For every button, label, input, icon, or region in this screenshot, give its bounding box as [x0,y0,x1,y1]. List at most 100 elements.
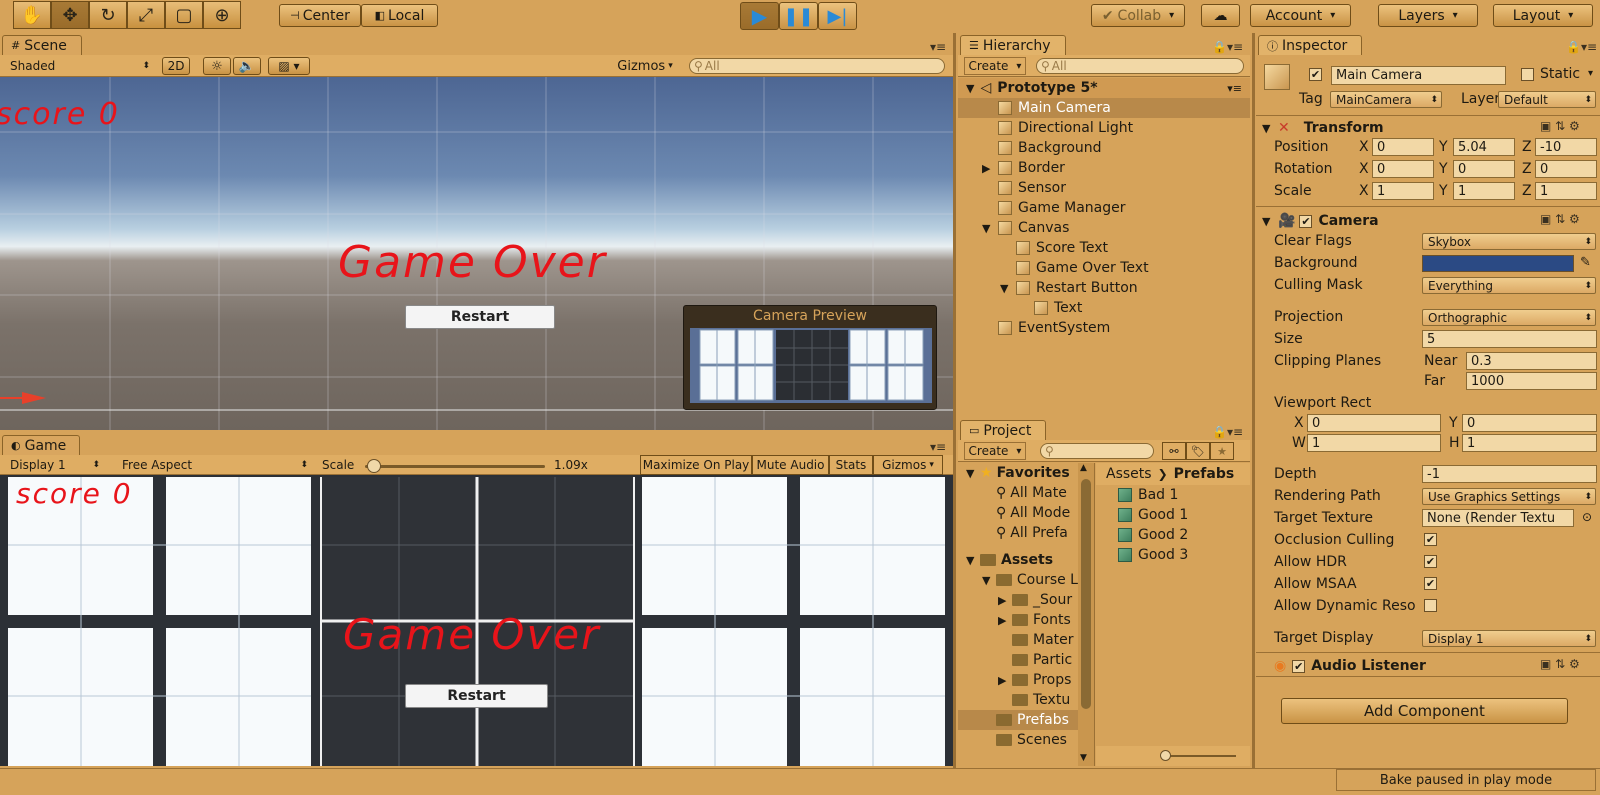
tab-inspector[interactable]: ⓘ Inspector [1258,35,1362,55]
pivot-center-button[interactable]: ⊣ Center [279,4,361,27]
hierarchy-item-border[interactable]: ▶ Border [958,158,1250,178]
icon-size-slider-thumb[interactable] [1160,750,1171,761]
folder-materials[interactable]: Mater [958,630,1078,650]
folder-source[interactable]: ▶ _Sour [958,590,1078,610]
prefab-item-bad-1[interactable]: Bad 1 [1096,485,1250,505]
breadcrumb-root[interactable]: Assets [1106,466,1152,482]
object-picker-icon[interactable]: ⊙ [1582,510,1592,524]
add-component-button[interactable]: Add Component [1281,698,1568,724]
expanded-arrow-icon[interactable]: ▼ [1000,282,1016,295]
favorite-button[interactable]: ★ [1210,442,1234,460]
prefab-item-good-1[interactable]: Good 1 [1096,505,1250,525]
tab-scene[interactable]: # Scene [2,35,82,55]
hierarchy-item-directional-light[interactable]: Directional Light [958,118,1250,138]
target-texture-field[interactable]: None (Render Textu [1422,509,1574,527]
project-search-input[interactable]: ⚲ [1040,443,1154,459]
position-y-field[interactable]: 5.04 [1453,138,1515,156]
folder-particles[interactable]: Partic [958,650,1078,670]
folder-prefabs[interactable]: Prefabs [958,710,1078,730]
folder-scenes[interactable]: Scenes [958,730,1078,750]
scene-panel-menu-icon[interactable]: ▾≡ [930,40,946,54]
hierarchy-lock-icon[interactable]: 🔒▾≡ [1212,40,1243,54]
gameobject-active-checkbox[interactable]: ✔ [1309,68,1322,81]
hand-tool-button[interactable]: ✋ [13,1,51,29]
aspect-dropdown[interactable]: Free Aspect [116,456,312,474]
effects-dropdown[interactable]: ▨ ▾ [268,57,310,75]
rotation-z-field[interactable]: 0 [1535,160,1597,178]
target-display-dropdown[interactable]: Display 1 [1422,630,1596,647]
inspector-lock-icon[interactable]: 🔒▾≡ [1566,40,1597,54]
favorite-item-materials[interactable]: ⚲ All Mate [958,483,1078,503]
component-settings-icon[interactable]: ▣ ⇅ ⚙ [1540,657,1580,671]
camera-enabled-checkbox[interactable]: ✔ [1299,214,1313,228]
play-button[interactable]: ▶ [740,2,779,30]
allow-msaa-checkbox[interactable]: ✔ [1424,577,1437,590]
rotation-y-field[interactable]: 0 [1453,160,1515,178]
scale-y-field[interactable]: 1 [1453,182,1515,200]
hierarchy-item-text[interactable]: Text [958,298,1250,318]
folder-fonts[interactable]: ▶ Fonts [958,610,1078,630]
folder-props[interactable]: ▶ Props [958,670,1078,690]
project-tree-scrollbar[interactable]: ▲ ▼ [1078,463,1094,766]
hierarchy-create-button[interactable]: Create [964,57,1026,75]
projection-dropdown[interactable]: Orthographic [1422,309,1596,326]
game-restart-button[interactable]: Restart [405,684,548,708]
collab-button[interactable]: ✔ Collab [1091,4,1185,27]
move-tool-button[interactable]: ✥ [51,1,89,29]
prefab-item-good-2[interactable]: Good 2 [1096,525,1250,545]
hierarchy-item-main-camera[interactable]: Main Camera [958,98,1250,118]
static-checkbox[interactable] [1521,68,1534,81]
tag-dropdown[interactable]: MainCamera [1330,91,1442,108]
component-settings-icon[interactable]: ▣ ⇅ ⚙ [1540,212,1580,226]
scene-menu-icon[interactable]: ▾≡ [1227,82,1242,95]
background-color-swatch[interactable] [1422,255,1574,272]
viewport-y-field[interactable]: 0 [1462,414,1597,432]
eyedropper-icon[interactable]: ✎ [1580,255,1591,270]
scale-slider-thumb[interactable] [366,459,381,473]
tab-project[interactable]: ▭ Project [960,420,1046,440]
mute-audio-toggle[interactable]: Mute Audio [752,455,829,475]
scale-z-field[interactable]: 1 [1535,182,1597,200]
prefab-item-good-3[interactable]: Good 3 [1096,545,1250,565]
transform-tool-button[interactable]: ⊕ [203,1,241,29]
stats-toggle[interactable]: Stats [829,455,873,475]
scrollbar-thumb[interactable] [1081,479,1091,709]
depth-field[interactable]: -1 [1422,465,1597,483]
filter-by-type-button[interactable]: ⚯ [1162,442,1186,460]
scene-viewport[interactable]: score 0 Game Over Restart Camera Preview [0,77,953,430]
clear-flags-dropdown[interactable]: Skybox [1422,233,1596,250]
audio-listener-enabled-checkbox[interactable]: ✔ [1292,659,1306,673]
layers-dropdown[interactable]: Layers [1378,4,1478,27]
rotation-x-field[interactable]: 0 [1372,160,1434,178]
2d-toggle-button[interactable]: 2D [162,57,190,75]
near-field[interactable]: 0.3 [1466,352,1597,370]
gameobject-name-field[interactable]: Main Camera [1331,66,1506,85]
tab-hierarchy[interactable]: ☰ Hierarchy [960,35,1066,55]
size-field[interactable]: 5 [1422,330,1597,348]
position-z-field[interactable]: -10 [1535,138,1597,156]
project-lock-icon[interactable]: 🔒▾≡ [1212,425,1243,439]
assets-section[interactable]: ▼ Assets [958,550,1078,570]
pause-button[interactable]: ❚❚ [779,2,818,30]
shading-mode-dropdown[interactable]: Shaded [4,57,154,75]
pivot-space-button[interactable]: ◧ Local [361,4,438,27]
scale-x-field[interactable]: 1 [1372,182,1434,200]
favorite-item-models[interactable]: ⚲ All Mode [958,503,1078,523]
layout-dropdown[interactable]: Layout [1493,4,1593,27]
collapsed-arrow-icon[interactable]: ▶ [982,162,998,175]
component-settings-icon[interactable]: ▣ ⇅ ⚙ [1540,119,1580,133]
culling-mask-dropdown[interactable]: Everything [1422,277,1596,294]
hierarchy-item-score-text[interactable]: Score Text [958,238,1250,258]
step-button[interactable]: ▶| [818,2,857,30]
hierarchy-item-background[interactable]: Background [958,138,1250,158]
lighting-toggle-button[interactable]: ☼ [203,57,231,75]
folder-textures[interactable]: Textu [958,690,1078,710]
viewport-x-field[interactable]: 0 [1307,414,1441,432]
favorites-section[interactable]: ▼ ★ Favorites [958,463,1078,483]
display-dropdown[interactable]: Display 1 [4,456,104,474]
panel-divider[interactable] [953,33,956,768]
scale-tool-button[interactable]: ⤢ [127,1,165,29]
layer-dropdown[interactable]: Default [1498,91,1596,108]
hierarchy-item-game-over-text[interactable]: Game Over Text [958,258,1250,278]
project-split-divider[interactable] [1094,463,1095,766]
